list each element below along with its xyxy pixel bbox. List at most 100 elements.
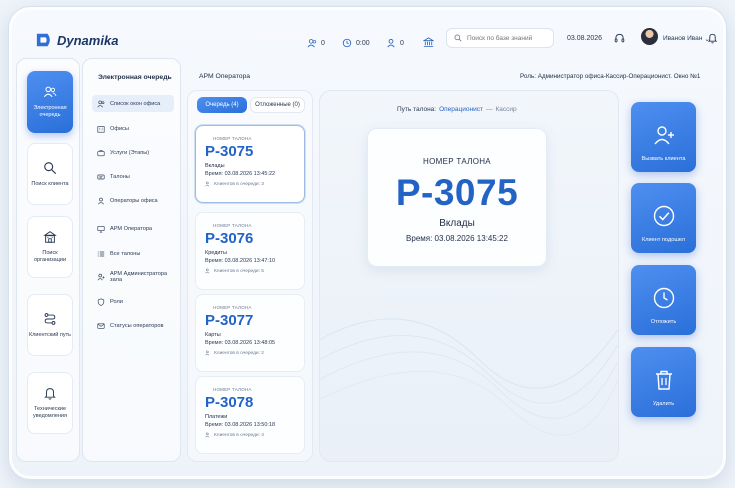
user-icon [387, 39, 395, 48]
postpone-button[interactable]: Отложить [631, 265, 696, 335]
page-title: АРМ Оператора [199, 73, 251, 80]
queue-count-text: Клиентов в очереди: 5 [214, 268, 264, 274]
ticket-time: Время: 03.08.2026 13:48:05 [205, 340, 276, 346]
menu-label: Талоны [110, 173, 130, 180]
ticket-card[interactable]: НОМЕР ТАЛОНА Р-3077 Карты Время: 03.08.2… [195, 294, 305, 372]
search-box[interactable] [446, 28, 554, 48]
nav-label: Поиск клиента [31, 180, 69, 187]
button-label: Вызвать клиента [641, 156, 686, 162]
users-icon [205, 268, 210, 274]
check-circle-icon [653, 205, 674, 227]
list-icon [97, 251, 105, 256]
nav-item-client-journey[interactable]: Клиентский путь [27, 294, 73, 356]
nav-item-electronic-queue[interactable]: Электронная очередь [27, 71, 73, 133]
search-input[interactable] [467, 34, 552, 42]
shield-icon [97, 297, 105, 306]
route-next-step: Кассир [495, 106, 517, 113]
logo[interactable]: Dynamika [35, 32, 118, 48]
stat-wait-time: 0:00 [342, 38, 370, 48]
search-icon [44, 161, 57, 174]
route-label: Путь талона: [397, 106, 437, 113]
menu-item-offices[interactable]: Офисы [92, 120, 174, 137]
users-icon [205, 432, 210, 438]
building-icon [43, 231, 57, 243]
nav-label: Поиск организации [33, 250, 67, 263]
ticket-icon [97, 174, 105, 179]
menu-item-all-tickets[interactable]: Все талоны [92, 245, 174, 262]
menu-item-office-windows[interactable]: Список окон офиса [92, 95, 174, 112]
ticket-service: Платежи [205, 414, 228, 420]
current-ticket-number: Р-3075 [395, 172, 519, 213]
nav-item-search-organization[interactable]: Поиск организации [27, 216, 73, 278]
tab-postponed[interactable]: Отложенные (0) [250, 97, 305, 113]
menu-label: Роли [110, 298, 123, 305]
ticket-card[interactable]: НОМЕР ТАЛОНА Р-3075 Вклады Время: 03.08.… [195, 125, 305, 203]
menu-label: Список окон офиса [110, 100, 161, 107]
ticket-caption: НОМЕР ТАЛОНА [213, 387, 252, 392]
users-icon [205, 350, 210, 356]
ticket-caption: НОМЕР ТАЛОНА [213, 305, 252, 310]
clock-icon [342, 38, 352, 48]
stat-value: 0:00 [356, 39, 370, 47]
headset-icon[interactable] [614, 33, 625, 44]
ticket-card[interactable]: НОМЕР ТАЛОНА Р-3076 Кредиты Время: 03.08… [195, 212, 305, 290]
ticket-number: Р-3075 [205, 143, 254, 160]
menu-item-tickets[interactable]: Талоны [92, 168, 174, 185]
current-ticket-service: Вклады [439, 218, 475, 229]
user-name: Иванов Иван [663, 35, 703, 42]
stat-value: 0 [321, 39, 325, 47]
nav-item-tech-notifications[interactable]: Технические уведомления [27, 372, 73, 434]
ticket-service: Карты [205, 332, 221, 338]
users-icon [307, 39, 317, 48]
menu-item-office-operators[interactable]: Операторы офиса [92, 192, 174, 209]
ticket-number: Р-3078 [205, 394, 254, 411]
avatar[interactable] [641, 28, 658, 45]
role-info: Роль: Администратор офиса-Кассир-Операци… [520, 73, 701, 80]
stat-value: 0 [400, 39, 404, 47]
menu-label: Услуги (Этапы) [110, 149, 150, 156]
office-icon [97, 125, 105, 133]
menu-item-services[interactable]: Услуги (Этапы) [92, 144, 174, 161]
menu-item-roles[interactable]: Роли [92, 293, 174, 310]
menu-item-operator-workstation[interactable]: АРМ Оператора [92, 220, 174, 237]
nav-item-search-client[interactable]: Поиск клиента [27, 143, 73, 205]
menu-label: Операторы офиса [110, 197, 158, 204]
ticket-card[interactable]: НОМЕР ТАЛОНА Р-3078 Платежи Время: 03.08… [195, 376, 305, 454]
ticket-caption: НОМЕР ТАЛОНА [213, 223, 252, 228]
people-icon [43, 86, 57, 98]
current-date: 03.08.2026 [567, 35, 603, 42]
ticket-time: Время: 03.08.2026 13:45:22 [205, 171, 276, 177]
logo-icon [36, 33, 50, 47]
route-current-step[interactable]: Операционист [439, 106, 483, 113]
client-arrived-button[interactable]: Клиент подошел [631, 183, 696, 253]
nav-label: Электронная очередь [33, 105, 67, 118]
stat-clients-waiting: 0 [307, 38, 325, 48]
current-ticket-card: НОМЕР ТАЛОНА Р-3075 Вклады Время: 03.08.… [367, 128, 547, 267]
menu-label: АРМ Оператора [110, 225, 153, 232]
route-icon [44, 312, 56, 325]
menu-label: Офисы [110, 125, 129, 132]
search-icon [454, 34, 462, 42]
ticket-caption: НОМЕР ТАЛОНА [213, 136, 252, 141]
stat-operators: 0 [386, 38, 404, 48]
menu-label: Статусы операторов [110, 322, 164, 329]
menu-item-hall-admin-workstation[interactable]: АРМ Администратора зала [92, 268, 174, 285]
clock-icon [653, 287, 674, 309]
call-client-button[interactable]: Вызвать клиента [631, 102, 696, 172]
route-separator: — [485, 106, 493, 113]
user-menu[interactable]: Иванов Иван ⌄ [663, 35, 710, 43]
briefcase-icon [97, 149, 105, 156]
delete-button[interactable]: Удалить [631, 347, 696, 417]
section-menu: Электронная очередь Список окон офиса Оф… [82, 58, 181, 462]
left-nav: Электронная очередь Поиск клиента Поиск … [16, 58, 80, 462]
ticket-number: Р-3076 [205, 230, 254, 247]
logo-text: Dynamika [57, 32, 119, 48]
trash-icon [655, 370, 672, 390]
bank-icon[interactable] [423, 37, 434, 48]
bell-icon[interactable] [707, 32, 718, 44]
menu-item-operator-statuses[interactable]: Статусы операторов [92, 317, 174, 334]
queue-count: Клиентов в очереди: 5 [205, 268, 295, 274]
admin-icon [97, 273, 105, 280]
tab-queue[interactable]: Очередь (4) [197, 97, 247, 113]
queue-count-text: Клиентов в очереди: 2 [214, 350, 264, 356]
